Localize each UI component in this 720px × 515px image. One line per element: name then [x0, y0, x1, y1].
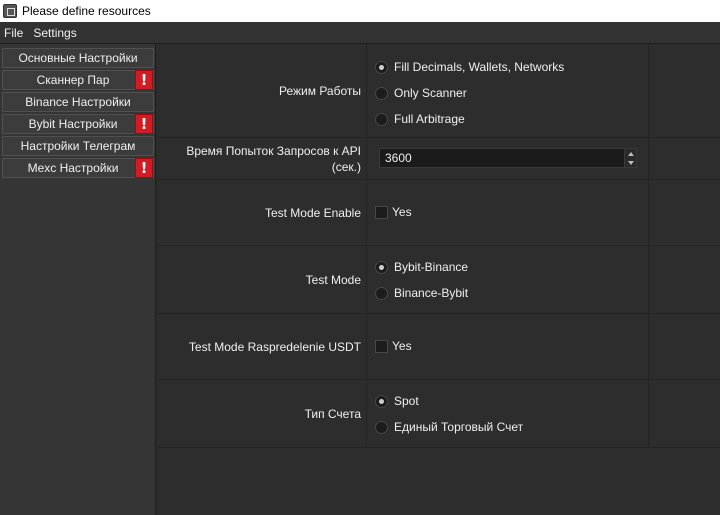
sidebar-item-mexc-settings[interactable]: Mexc Настройки ! — [2, 158, 154, 178]
account-type-radio-group: Spot Единый Торговый Счет — [366, 380, 648, 447]
menu-bar: File Settings — [0, 22, 720, 44]
checkbox-label: Yes — [392, 205, 412, 219]
sidebar-item-label: Bybit Настройки — [28, 117, 118, 131]
setting-label: Время Попыток Запросов к API (сек.) — [186, 143, 361, 174]
radio-icon[interactable] — [375, 86, 388, 100]
setting-label: Режим Работы — [278, 83, 361, 98]
sidebar-item-label: Основные Настройки — [18, 51, 138, 65]
checkbox-icon[interactable] — [375, 205, 388, 219]
api-time-cell: 3600 — [366, 138, 648, 179]
empty-cell — [648, 246, 720, 313]
setting-label: Тип Счета — [304, 406, 361, 421]
api-time-spinbox[interactable]: 3600 — [379, 148, 637, 168]
empty-cell — [648, 138, 720, 179]
title-bar: Please define resources — [0, 0, 720, 22]
sidebar-item-pair-scanner[interactable]: Сканнер Пар ! — [2, 70, 154, 90]
sidebar-item-bybit-settings[interactable]: Bybit Настройки ! — [2, 114, 154, 134]
radio-label: Only Scanner — [394, 86, 467, 100]
test-mode-enable-cell: Yes — [366, 180, 648, 245]
radio-label: Spot — [394, 394, 419, 408]
radio-icon[interactable] — [375, 286, 388, 300]
warning-icon: ! — [135, 70, 153, 90]
arrow-down-icon[interactable] — [625, 158, 636, 167]
test-mode-usdt-cell: Yes — [366, 314, 648, 379]
mode-option-fill[interactable]: Fill Decimals, Wallets, Networks — [375, 60, 564, 74]
sidebar: Основные Настройки Сканнер Пар ! Binance… — [0, 44, 156, 515]
warning-icon: ! — [135, 158, 153, 178]
setting-label: Test Mode Raspredelenie USDT — [188, 339, 361, 354]
mode-option-scanner[interactable]: Only Scanner — [375, 86, 467, 100]
settings-row-test-mode-enable: Test Mode Enable Yes — [157, 180, 720, 246]
sidebar-item-label: Binance Настройки — [25, 95, 131, 109]
test-mode-enable-checkbox[interactable]: Yes — [375, 205, 412, 219]
settings-panel: Режим Работы Fill Decimals, Wallets, Net… — [157, 44, 720, 515]
test-mode-option-bybit-binance[interactable]: Bybit-Binance — [375, 260, 468, 274]
empty-cell — [648, 180, 720, 245]
checkbox-label: Yes — [392, 339, 412, 353]
radio-label: Full Arbitrage — [394, 112, 465, 126]
radio-label: Binance-Bybit — [394, 286, 469, 300]
sidebar-item-label: Настройки Телеграм — [20, 139, 136, 153]
test-mode-radio-group: Bybit-Binance Binance-Bybit — [366, 246, 648, 313]
radio-label: Bybit-Binance — [394, 260, 469, 274]
app-icon — [3, 4, 17, 18]
empty-cell — [648, 44, 720, 137]
settings-row-test-mode: Test Mode Bybit-Binance Binance-Bybit — [157, 246, 720, 314]
sidebar-item-label: Сканнер Пар — [36, 73, 110, 87]
empty-cell — [648, 314, 720, 379]
account-type-option-unified[interactable]: Единый Торговый Счет — [375, 420, 523, 434]
settings-row-api-time: Время Попыток Запросов к API (сек.) 3600 — [157, 138, 720, 180]
radio-label: Единый Торговый Счет — [394, 420, 524, 434]
radio-label: Fill Decimals, Wallets, Networks — [394, 60, 565, 74]
setting-label: Test Mode — [305, 272, 361, 287]
sidebar-item-label: Mexc Настройки — [27, 161, 119, 175]
window-title: Please define resources — [22, 4, 151, 18]
radio-icon[interactable] — [375, 112, 388, 126]
settings-row-mode: Режим Работы Fill Decimals, Wallets, Net… — [157, 44, 720, 138]
menu-file[interactable]: File — [0, 26, 29, 40]
sidebar-item-binance-settings[interactable]: Binance Настройки — [2, 92, 154, 112]
test-mode-option-binance-bybit[interactable]: Binance-Bybit — [375, 286, 468, 300]
account-type-option-spot[interactable]: Spot — [375, 394, 419, 408]
mode-option-arbitrage[interactable]: Full Arbitrage — [375, 112, 465, 126]
spinbox-arrows — [624, 149, 636, 167]
radio-selected-icon[interactable] — [375, 394, 388, 408]
settings-row-test-mode-usdt: Test Mode Raspredelenie USDT Yes — [157, 314, 720, 380]
checkbox-icon[interactable] — [375, 339, 388, 353]
settings-row-account-type: Тип Счета Spot Единый Торговый Счет — [157, 380, 720, 448]
empty-cell — [648, 380, 720, 447]
radio-selected-icon[interactable] — [375, 260, 388, 274]
setting-label: Test Mode Enable — [264, 205, 361, 220]
mode-radio-group: Fill Decimals, Wallets, Networks Only Sc… — [366, 44, 648, 137]
arrow-up-icon[interactable] — [625, 149, 636, 158]
api-time-value[interactable]: 3600 — [380, 151, 624, 165]
radio-icon[interactable] — [375, 420, 388, 434]
menu-settings[interactable]: Settings — [29, 26, 82, 40]
sidebar-item-main-settings[interactable]: Основные Настройки — [2, 48, 154, 68]
warning-icon: ! — [135, 114, 153, 134]
test-mode-usdt-checkbox[interactable]: Yes — [375, 339, 412, 353]
radio-selected-icon[interactable] — [375, 60, 388, 74]
sidebar-item-telegram-settings[interactable]: Настройки Телеграм — [2, 136, 154, 156]
